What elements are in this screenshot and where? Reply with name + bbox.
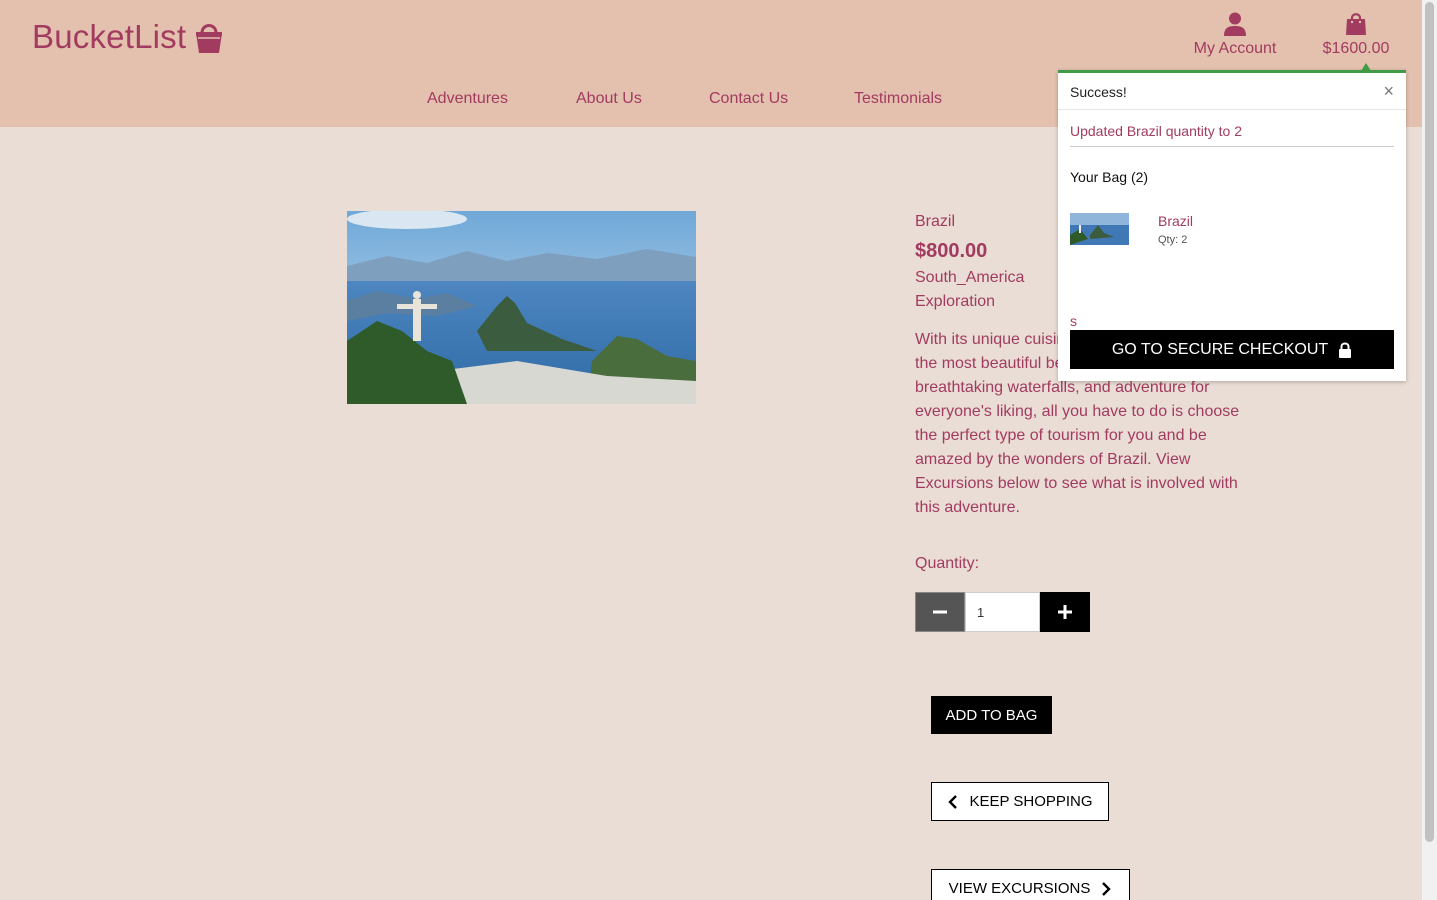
- bag-link[interactable]: $1600.00: [1320, 12, 1392, 58]
- bag-item: Brazil Qty: 2: [1070, 213, 1394, 253]
- lock-icon: [1339, 342, 1352, 358]
- increment-button[interactable]: [1040, 592, 1090, 632]
- user-icon: [1224, 12, 1246, 36]
- plus-icon: [1058, 605, 1072, 619]
- keep-shopping-label: KEEP SHOPPING: [969, 793, 1093, 810]
- page-scrollbar[interactable]: [1422, 0, 1437, 900]
- scrollbar-thumb[interactable]: [1425, 2, 1434, 842]
- success-toast: Success! × Updated Brazil quantity to 2 …: [1058, 63, 1406, 381]
- chevron-right-icon: [1102, 881, 1112, 896]
- nav-contact-us[interactable]: Contact Us: [709, 90, 788, 108]
- my-account-label: My Account: [1193, 40, 1277, 57]
- toast-stray-text: s: [1070, 313, 1077, 329]
- bag-item-qty: Qty: 2: [1158, 234, 1188, 246]
- logo-text: BucketList: [32, 18, 187, 55]
- chevron-left-icon: [948, 794, 958, 809]
- toast-header: Success! ×: [1058, 73, 1406, 110]
- view-excursions-button[interactable]: VIEW EXCURSIONS: [931, 869, 1130, 900]
- decrement-button[interactable]: [915, 592, 965, 632]
- toast-message: Updated Brazil quantity to 2: [1070, 110, 1394, 147]
- bag-total: $1600.00: [1322, 40, 1390, 57]
- minus-icon: [933, 610, 947, 614]
- shopping-bag-icon: [1346, 13, 1366, 35]
- bag-item-name[interactable]: Brazil: [1158, 213, 1193, 229]
- nav-testimonials[interactable]: Testimonials: [854, 90, 942, 108]
- add-to-bag-label: ADD TO BAG: [945, 706, 1038, 724]
- nav-about-us[interactable]: About Us: [576, 90, 642, 108]
- bag-item-thumbnail: [1070, 213, 1129, 245]
- toast-arrow: [1361, 63, 1371, 71]
- view-excursions-label: VIEW EXCURSIONS: [948, 880, 1091, 897]
- nav-adventures[interactable]: Adventures: [427, 90, 508, 108]
- toast-title: Success!: [1070, 84, 1127, 100]
- basket-icon: [196, 24, 223, 53]
- product-image: [347, 211, 696, 404]
- checkout-label: GO TO SECURE CHECKOUT: [1111, 340, 1329, 358]
- quantity-stepper: [915, 592, 1090, 632]
- keep-shopping-button[interactable]: KEEP SHOPPING: [931, 782, 1109, 821]
- add-to-bag-button[interactable]: ADD TO BAG: [931, 696, 1052, 734]
- secure-checkout-button[interactable]: GO TO SECURE CHECKOUT: [1070, 330, 1394, 369]
- toast-bag-title: Your Bag (2): [1070, 169, 1149, 185]
- close-icon[interactable]: ×: [1383, 81, 1394, 102]
- quantity-label: Quantity:: [915, 555, 980, 572]
- my-account-link[interactable]: My Account: [1190, 12, 1280, 58]
- quantity-input[interactable]: [965, 592, 1040, 632]
- logo[interactable]: BucketList: [32, 18, 224, 56]
